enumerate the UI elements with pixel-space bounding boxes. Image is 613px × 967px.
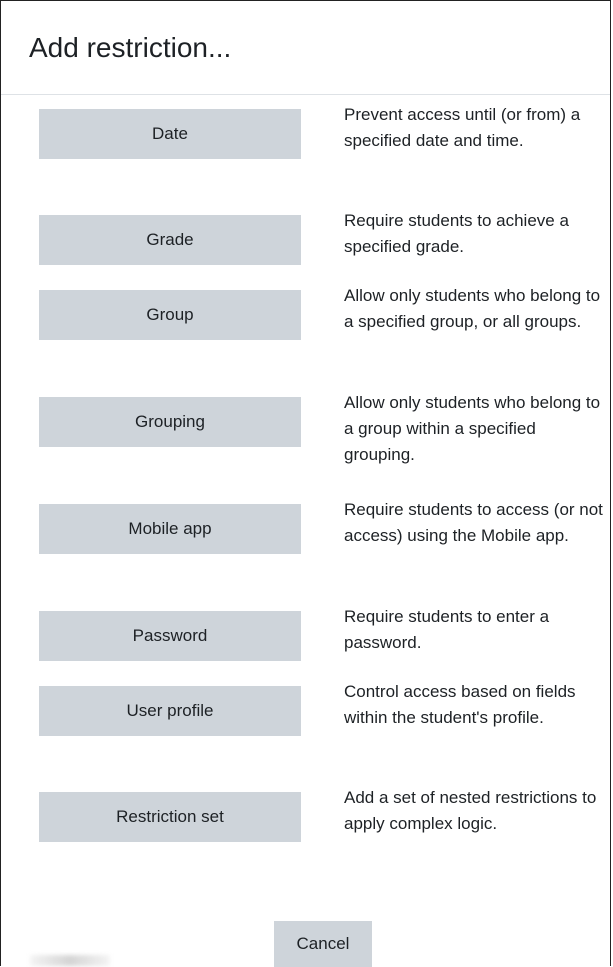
mobile-app-description: Require students to access (or not acces… (344, 500, 603, 545)
date-button[interactable]: Date (39, 109, 301, 159)
grade-description: Require students to achieve a specified … (344, 211, 569, 256)
user-profile-button[interactable]: User profile (39, 686, 301, 736)
grouping-description: Allow only students who belong to a grou… (344, 393, 601, 464)
group-button[interactable]: Group (39, 290, 301, 340)
grade-button[interactable]: Grade (39, 215, 301, 265)
group-description: Allow only students who belong to a spec… (344, 286, 601, 331)
restriction-set-description: Add a set of nested restrictions to appl… (344, 788, 597, 833)
background-blur (30, 955, 110, 966)
mobile-app-button[interactable]: Mobile app (39, 504, 301, 554)
date-description: Prevent access until (or from) a specifi… (344, 105, 581, 150)
dialog-header: Add restriction... (1, 1, 610, 95)
password-button[interactable]: Password (39, 611, 301, 661)
user-profile-description: Control access based on fields within th… (344, 682, 576, 727)
dialog-title: Add restriction... (29, 31, 232, 63)
cancel-button[interactable]: Cancel (274, 921, 372, 967)
add-restriction-dialog: Add restriction... Date Prevent access u… (0, 0, 611, 967)
restriction-set-button[interactable]: Restriction set (39, 792, 301, 842)
grouping-button[interactable]: Grouping (39, 397, 301, 447)
password-description: Require students to enter a password. (344, 607, 550, 652)
